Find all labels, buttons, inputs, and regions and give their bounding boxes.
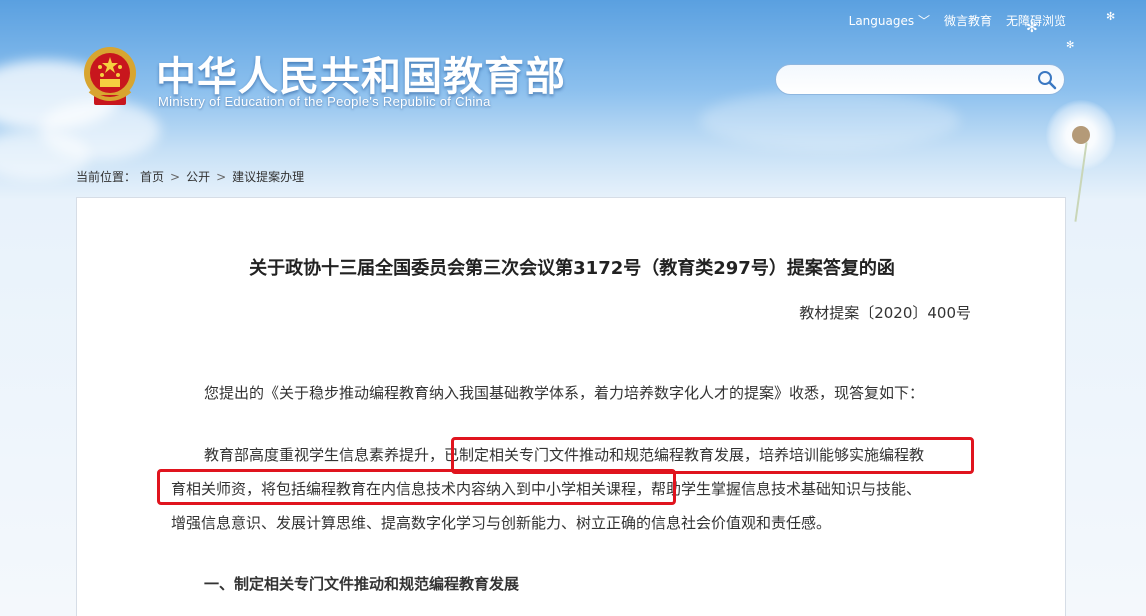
highlight-box (157, 469, 676, 505)
breadcrumb-proposals[interactable]: 建议提案办理 (232, 168, 304, 185)
languages-label: Languages (848, 14, 915, 28)
search-input[interactable] (788, 71, 1028, 89)
chevron-down-icon: ﹀ (917, 14, 930, 28)
cloud-decoration (700, 90, 960, 150)
site-title-en[interactable]: Ministry of Education of the People's Re… (158, 94, 491, 109)
flying-seed-icon: ✻ (1066, 40, 1075, 51)
section-heading: 一、制定相关专门文件推动和规范编程教育发展 (204, 575, 520, 593)
breadcrumb: 当前位置： 首页 > 公开 > 建议提案办理 (76, 168, 304, 185)
chevron-right-icon: > (170, 169, 181, 184)
flying-seed-icon: ✻ (1106, 10, 1116, 23)
weibo-link[interactable]: 微言教育 (944, 12, 992, 29)
article-container: 关于政协十三届全国委员会第三次会议第3172号（教育类297号）提案答复的函 教… (76, 197, 1066, 616)
document-title: 关于政协十三届全国委员会第三次会议第3172号（教育类297号）提案答复的函 (249, 258, 895, 279)
dandelion-core (1072, 126, 1090, 144)
accessibility-link[interactable]: 无障碍浏览 (1006, 12, 1066, 29)
chevron-right-icon: > (216, 169, 227, 184)
top-links: Languages ﹀ 微言教育 无障碍浏览 (849, 12, 1066, 29)
languages-link[interactable]: Languages ﹀ (849, 12, 930, 29)
document-number: 教材提案〔2020〕400号 (799, 304, 971, 322)
national-emblem-icon (84, 47, 136, 105)
search-box (775, 64, 1065, 95)
search-icon[interactable] (1036, 69, 1058, 91)
breadcrumb-label: 当前位置： (76, 170, 137, 184)
paragraph-line: 增强信息意识、发展计算思维、提高数字化学习与创新能力、树立正确的信息社会价值观和… (171, 514, 832, 532)
breadcrumb-public[interactable]: 公开 (186, 168, 210, 185)
breadcrumb-home[interactable]: 首页 (140, 168, 164, 185)
paragraph-intro: 您提出的《关于稳步推动编程教育纳入我国基础教学体系，着力培养数字化人才的提案》收… (204, 384, 925, 402)
